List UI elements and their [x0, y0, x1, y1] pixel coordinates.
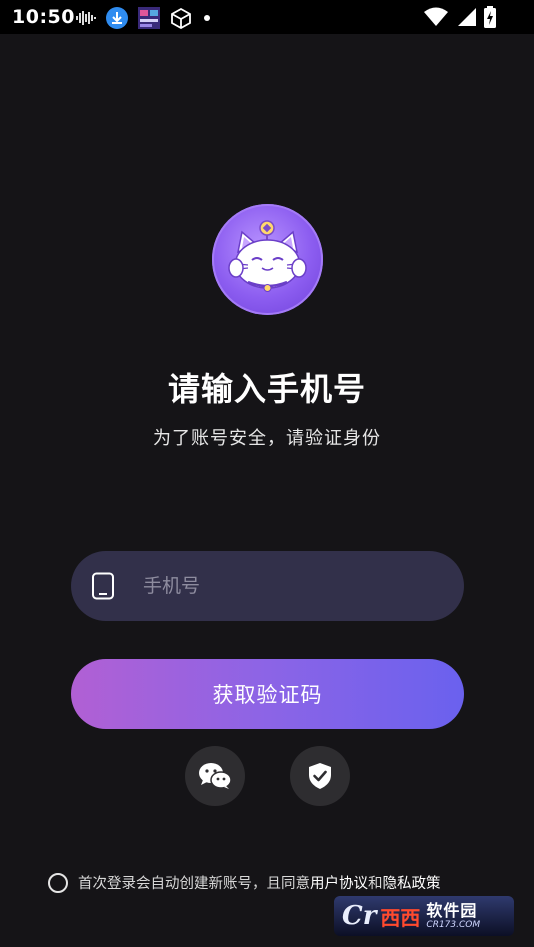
app-thumbnail-icon	[138, 7, 160, 29]
cube-icon	[171, 7, 191, 29]
wechat-login-button[interactable]	[185, 746, 245, 806]
agreement-row: 首次登录会自动创建新账号，且同意 用户协议和隐私政策	[48, 872, 441, 893]
get-code-button[interactable]: 获取验证码	[71, 659, 464, 729]
privacy-policy-link[interactable]: 隐私政策	[383, 872, 441, 893]
status-bar: 10:50	[0, 0, 534, 34]
watermark-site: 西西	[380, 905, 421, 930]
status-time: 10:50	[12, 6, 75, 28]
agreement-conjunction: 和	[368, 876, 383, 892]
watermark-cr: Cr	[342, 901, 377, 931]
lucky-cat-logo	[212, 204, 323, 315]
page-subtitle: 为了账号安全，请验证身份	[153, 428, 381, 449]
phone-input[interactable]	[141, 574, 425, 598]
user-agreement-link[interactable]: 用户协议	[310, 872, 368, 893]
shield-check-icon	[309, 763, 331, 789]
watermark-url: CR173.COM	[426, 919, 481, 930]
download-icon	[106, 7, 128, 29]
phone-icon	[92, 572, 114, 600]
watermark-logo: Cr 西西 软件园 CR173.COM	[334, 896, 514, 936]
status-notification-icons	[76, 7, 212, 29]
status-system-icons	[424, 6, 496, 28]
phone-field[interactable]	[71, 551, 464, 621]
page-title: 请输入手机号	[167, 370, 366, 408]
wechat-icon	[199, 763, 232, 789]
wifi-icon	[424, 7, 448, 26]
watermark-name: 软件园	[426, 900, 478, 920]
sound-wave-icon	[76, 11, 96, 25]
security-login-button[interactable]	[290, 746, 350, 806]
signal-icon	[458, 8, 476, 26]
dot-icon	[204, 15, 210, 21]
get-code-button-label: 获取验证码	[212, 683, 323, 707]
agreement-checkbox[interactable]	[48, 872, 68, 893]
agreement-text: 首次登录会自动创建新账号，且同意	[78, 876, 310, 892]
battery-charging-icon	[484, 6, 496, 28]
